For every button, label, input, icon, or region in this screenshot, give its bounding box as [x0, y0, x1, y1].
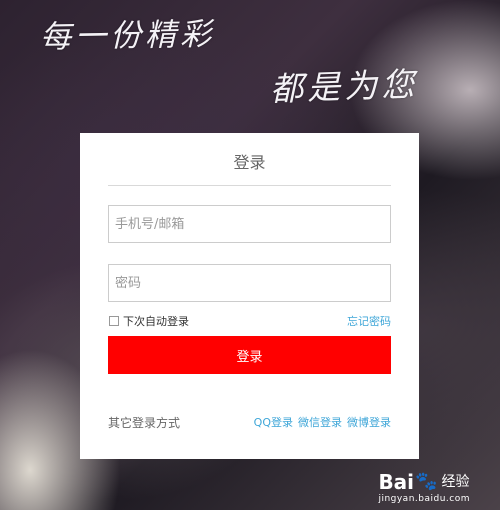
wechat-login-link[interactable]: 微信登录	[298, 414, 342, 430]
phone-email-input[interactable]	[108, 205, 391, 243]
remember-label: 下次自动登录	[123, 315, 189, 328]
qq-login-link[interactable]: QQ登录	[254, 414, 293, 430]
watermark-url: jingyan.baidu.com	[378, 494, 470, 504]
title-divider	[108, 185, 391, 186]
slogan-line-2: 都是为您	[269, 64, 419, 109]
watermark-brand: Bai	[378, 470, 415, 494]
login-button[interactable]: 登录	[108, 336, 391, 374]
other-login-label: 其它登录方式	[108, 416, 181, 430]
password-input[interactable]	[108, 264, 391, 302]
baidu-jingyan-watermark: Bai 🐾 经验 jingyan.baidu.com	[378, 471, 470, 504]
forgot-password-link[interactable]: 忘记密码	[347, 313, 391, 329]
watermark-brand-tail: 经验	[441, 474, 470, 490]
login-card: 登录 下次自动登录 忘记密码 登录 其它登录方式 QQ登录 微信登录 微博登录	[80, 133, 419, 459]
slogan-line-1: 每一份精彩	[39, 16, 216, 56]
remember-checkbox[interactable]	[109, 316, 119, 326]
login-title: 登录	[233, 153, 266, 172]
remember-me[interactable]: 下次自动登录	[108, 313, 189, 329]
weibo-login-link[interactable]: 微博登录	[347, 414, 391, 430]
paw-icon: 🐾	[415, 471, 438, 492]
social-login-links: QQ登录 微信登录 微博登录	[254, 414, 391, 430]
